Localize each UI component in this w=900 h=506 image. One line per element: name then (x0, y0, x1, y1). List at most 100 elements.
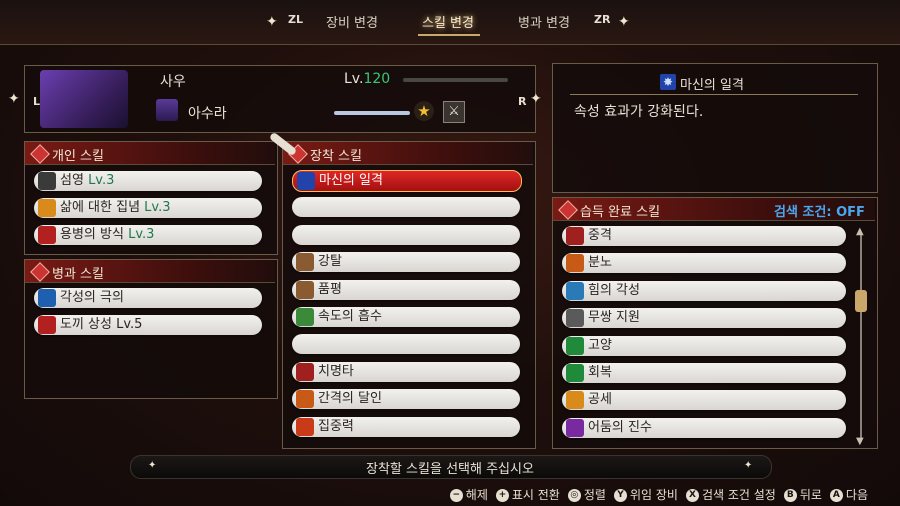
empty-skill-slot[interactable] (292, 334, 520, 355)
tab-equipment[interactable]: 장비 변경 (326, 12, 378, 31)
skill-name: 마신의 일격 (319, 173, 383, 188)
skill-name: 간격의 달인 (318, 391, 382, 407)
scroll-down-icon[interactable]: ▼ (856, 436, 864, 447)
skill-name: 힘의 각성 (588, 282, 640, 298)
learned-skill-slot[interactable]: 무쌍 지원 (562, 308, 846, 329)
equipped-skill-slot[interactable]: 마신의 일격 (292, 170, 522, 192)
class-skills-title: 병과 스킬 (52, 267, 104, 282)
skill-name: 각성의 극의 (60, 290, 124, 305)
class-skill-slot[interactable]: 도끼 상성 Lv.5 (34, 315, 262, 335)
r-key-hint[interactable]: R (518, 95, 526, 108)
skill-name: 속도의 흡수 (318, 309, 382, 324)
equipped-skill-slot[interactable]: 집중력 (292, 416, 520, 437)
learned-skill-slot[interactable]: 회복 (562, 363, 846, 383)
button-hint-label[interactable]: 해제 (466, 488, 488, 502)
skill-icon (296, 362, 314, 381)
sparkle-icon: ✦ (618, 14, 630, 30)
skill-name: 삶에 대한 집념 Lv.3 (60, 200, 171, 215)
learned-skill-slot[interactable]: 어둠의 진수 (562, 417, 846, 438)
skill-icon (38, 172, 56, 190)
skill-name: 강탈 (318, 254, 342, 270)
skill-burst-icon: ✸ (660, 74, 676, 90)
skill-level: Lv.3 (88, 173, 115, 188)
learned-skill-slot[interactable]: 분노 (562, 253, 846, 274)
button-key-icon: + (495, 489, 509, 502)
skill-name: 용병의 방식 Lv.3 (60, 227, 155, 242)
skill-icon (566, 281, 584, 300)
l-key-hint[interactable]: L (33, 95, 40, 108)
skill-icon (566, 336, 584, 355)
skill-icon (566, 418, 584, 437)
skill-icon (296, 390, 314, 409)
skill-name: 고양 (588, 337, 612, 353)
skill-icon (38, 226, 56, 244)
skill-icon (566, 364, 584, 382)
button-key-icon: B (783, 489, 797, 502)
equipped-skill-slot[interactable]: 품평 (292, 279, 520, 300)
zr-key-hint[interactable]: ZR (594, 13, 610, 26)
skill-icon (38, 316, 56, 334)
button-hint-label[interactable]: 정렬 (584, 488, 606, 502)
personal-skill-slot[interactable]: 용병의 방식 Lv.3 (34, 225, 262, 245)
scrollbar-track[interactable] (860, 232, 862, 442)
tab-skills[interactable]: 스킬 변경 (422, 12, 474, 31)
equipped-skill-slot[interactable]: 속도의 흡수 (292, 307, 520, 327)
learned-skill-slot[interactable]: 공세 (562, 390, 846, 411)
skill-name: 어둠의 진수 (588, 419, 652, 435)
search-filter-status[interactable]: 검색 조건: OFF (774, 201, 865, 220)
skill-icon (566, 309, 584, 328)
personal-skill-slot[interactable]: 섬영 Lv.3 (34, 171, 262, 191)
scrollbar-thumb[interactable] (855, 290, 867, 312)
empty-skill-slot[interactable] (292, 197, 520, 218)
skill-name: 치명타 (318, 363, 354, 379)
sparkle-icon: ✦ (530, 91, 542, 107)
button-hint-label[interactable]: 검색 조건 설정 (702, 488, 776, 502)
class-icon (156, 99, 178, 121)
button-key-icon: − (449, 489, 463, 502)
level-label: Lv. (344, 71, 364, 87)
skill-level: Lv.3 (144, 200, 171, 215)
skill-name: 회복 (588, 365, 612, 380)
button-hint-label[interactable]: 다음 (846, 488, 868, 502)
skill-name: 도끼 상성 Lv.5 (60, 317, 143, 332)
skill-icon (566, 254, 584, 273)
equipped-skill-slot[interactable]: 치명타 (292, 361, 520, 382)
detail-skill-name: 마신의 일격 (680, 78, 744, 93)
skill-icon (566, 227, 584, 245)
divider (570, 94, 858, 95)
skill-icon (566, 391, 584, 410)
skill-icon (296, 417, 314, 436)
character-name: 사우 (160, 74, 186, 90)
exp-bar (403, 78, 508, 82)
button-hint-label[interactable]: 표시 전환 (512, 488, 560, 502)
button-key-icon: A (829, 489, 843, 502)
class-skill-slot[interactable]: 각성의 극의 (34, 288, 262, 308)
zl-key-hint[interactable]: ZL (288, 13, 303, 26)
equipped-skill-slot[interactable]: 강탈 (292, 252, 520, 273)
level-value: 120 (363, 71, 391, 87)
scroll-up-icon[interactable]: ▲ (856, 226, 864, 237)
button-key-icon: ◎ (567, 489, 581, 502)
skill-icon (38, 289, 56, 307)
instruction-text: 장착할 스킬을 선택해 주십시오 (366, 462, 534, 477)
personal-skills-title: 개인 스킬 (52, 149, 104, 164)
button-key-icon: Y (613, 489, 627, 502)
skill-name: 섬영 Lv.3 (60, 173, 115, 188)
learned-skill-slot[interactable]: 중격 (562, 226, 846, 246)
detail-description: 속성 효과가 강화된다. (574, 104, 704, 120)
personal-skill-slot[interactable]: 삶에 대한 집념 Lv.3 (34, 198, 262, 218)
skill-name: 공세 (588, 392, 612, 408)
equipped-skill-slot[interactable]: 간격의 달인 (292, 389, 520, 410)
skill-level: Lv.3 (128, 227, 155, 242)
sparkle-icon: ✦ (266, 14, 278, 30)
character-portrait (40, 70, 128, 128)
skill-icon (296, 308, 314, 326)
button-hints: − 해제 + 표시 전환 ◎ 정렬 Y 위임 장비 X 검색 조건 설정 B 뒤로 A 다음 (442, 486, 868, 503)
learned-skill-slot[interactable]: 힘의 각성 (562, 280, 846, 301)
tab-class[interactable]: 병과 변경 (518, 12, 570, 31)
learned-skill-slot[interactable]: 고양 (562, 335, 846, 356)
empty-skill-slot[interactable] (292, 224, 520, 245)
button-hint-label[interactable]: 뒤로 (800, 488, 822, 502)
class-name: 아수라 (188, 106, 227, 122)
button-hint-label[interactable]: 위임 장비 (630, 488, 678, 502)
